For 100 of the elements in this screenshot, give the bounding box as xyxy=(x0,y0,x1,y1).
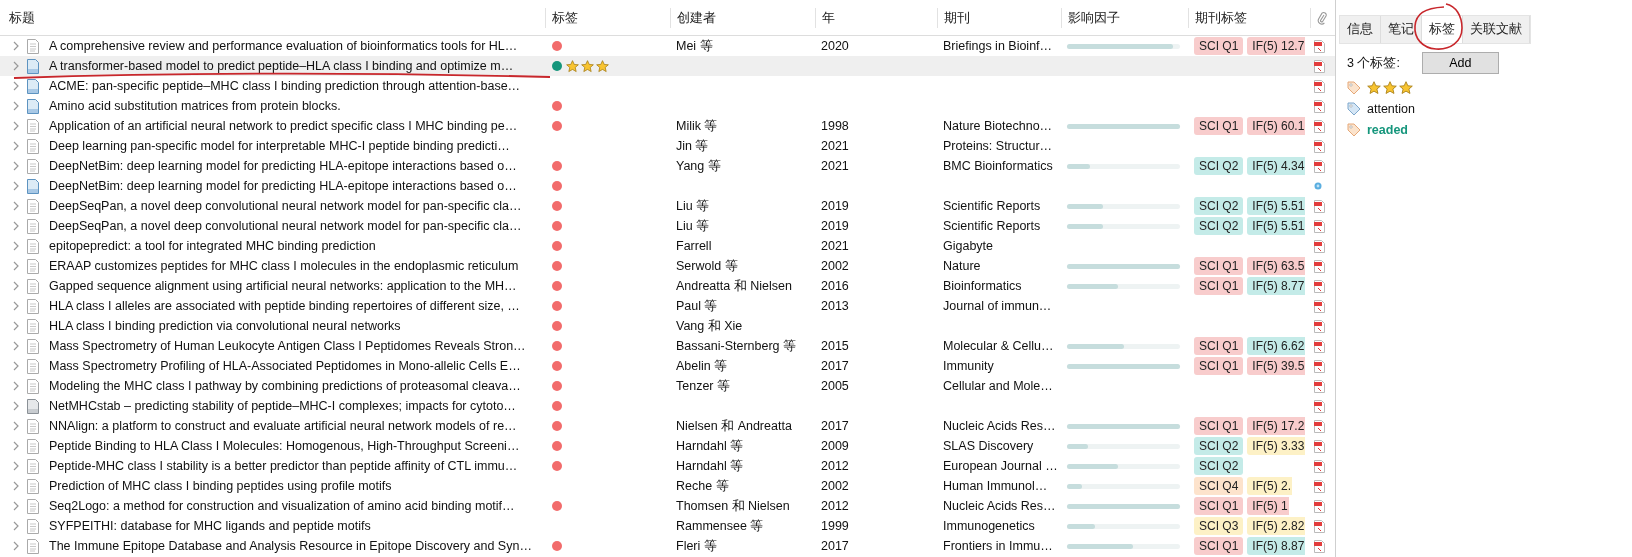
title-text: Seq2Logo: a method for construction and visualization of amino acid binding motif… xyxy=(49,499,515,513)
journal-text: Immunogenetics xyxy=(943,519,1035,533)
table-row[interactable]: Modeling the MHC class I pathway by combining predictions of proteasomal cleava… Tenzer 等 2005 Cellular and Mole… xyxy=(0,376,1335,396)
document-icon xyxy=(27,98,39,114)
pdf-icon[interactable] xyxy=(1314,339,1325,353)
table-row[interactable]: ACME: pan-specific peptide–MHC class I binding prediction through attention-base… xyxy=(0,76,1335,96)
table-row[interactable]: SYFPEITHI: database for MHC ligands and peptide motifs Rammensee 等 1999 Immunogenetics SCI Q3 IF(5) 2.82 xyxy=(0,516,1335,536)
pdf-icon[interactable] xyxy=(1314,139,1325,153)
year-text: 2017 xyxy=(821,359,849,373)
document-icon xyxy=(27,318,39,334)
table-row[interactable]: Amino acid substitution matrices from protein blocks. xyxy=(0,96,1335,116)
table-row[interactable]: Peptide Binding to HLA Class I Molecules: Homogenous, High-Throughput Screeni… Harndahl 等 2009 SLAS Discovery SCI Q2 IF(5) 3.33 xyxy=(0,436,1335,456)
pdf-icon[interactable] xyxy=(1314,419,1325,433)
star-icon xyxy=(566,59,579,73)
pdf-icon[interactable] xyxy=(1314,379,1325,393)
pdf-icon[interactable] xyxy=(1314,459,1325,473)
link-dot-icon[interactable] xyxy=(1314,182,1322,190)
pdf-icon[interactable] xyxy=(1314,439,1325,453)
year-text: 2021 xyxy=(821,239,849,253)
tag-count-label: 3 个标签: xyxy=(1347,54,1400,72)
pdf-icon[interactable] xyxy=(1314,479,1325,493)
table-row[interactable]: HLA class I binding prediction via convolutional neural networks Vang 和 Xie xyxy=(0,316,1335,336)
journal-text: SLAS Discovery xyxy=(943,439,1034,453)
pdf-icon[interactable] xyxy=(1314,59,1325,73)
pdf-icon[interactable] xyxy=(1314,359,1325,373)
pdf-icon[interactable] xyxy=(1314,219,1325,233)
journal-text: Journal of immun… xyxy=(943,299,1052,313)
title-text: NetMHCstab – predicting stability of peptide–MHC-I complexes; impacts for cytoto… xyxy=(49,399,516,413)
creator-text: Reche 等 xyxy=(676,477,729,495)
column-header[interactable]: 标题 xyxy=(9,9,35,27)
table-row[interactable]: epitopepredict: a tool for integrated MHC binding prediction Farrell 2021 Gigabyte xyxy=(0,236,1335,256)
year-text: 2005 xyxy=(821,379,849,393)
pdf-icon[interactable] xyxy=(1314,319,1325,333)
column-header[interactable]: 标签 xyxy=(552,9,578,27)
table-row[interactable]: Seq2Logo: a method for construction and visualization of amino acid binding motif… Thomsen 和 Nielsen 2012 Nucleic Acids Res… SCI Q1 IF(5) 1 xyxy=(0,496,1335,516)
column-header[interactable]: 创建者 xyxy=(677,9,716,27)
table-row[interactable]: Deep learning pan-specific model for interpretable MHC-I peptide binding predicti… Jin 等 2021 Proteins: Structur… xyxy=(0,136,1335,156)
document-icon xyxy=(27,378,39,394)
pdf-icon[interactable] xyxy=(1314,159,1325,173)
year-text: 2012 xyxy=(821,459,849,473)
table-row[interactable]: A comprehensive review and performance evaluation of bioinformatics tools for HL… Mei 等 2020 Briefings in Bioinf… SCI Q1 IF(5) 12.7 xyxy=(0,36,1335,56)
document-icon xyxy=(27,418,39,434)
table-row[interactable]: DeepNetBim: deep learning model for predicting HLA-epitope interactions based o… Yang 等 2021 BMC Bioinformatics SCI Q2 IF(5) 4.34 xyxy=(0,156,1335,176)
document-icon xyxy=(27,478,39,494)
title-text: DeepSeqPan, a novel deep convolutional neural network model for pan-specific cla… xyxy=(49,199,522,213)
creator-text: Yang 等 xyxy=(676,157,721,175)
table-row[interactable]: HLA class I alleles are associated with peptide binding repertoires of different size, … Paul 等 2013 Journal of immun… xyxy=(0,296,1335,316)
add-button[interactable]: Add xyxy=(1421,52,1499,74)
document-icon xyxy=(27,158,39,174)
pdf-icon[interactable] xyxy=(1314,99,1325,113)
pdf-icon[interactable] xyxy=(1314,39,1325,53)
table-row[interactable]: The Immune Epitope Database and Analysis Resource in Epitope Discovery and Syn… Fleri 等 2017 Frontiers in Immu… SCI Q1 IF(5) 8.87 xyxy=(0,536,1335,556)
table-row[interactable]: DeepNetBim: deep learning model for predicting HLA-epitope interactions based o… xyxy=(0,176,1335,196)
journal-badge: IF(5) 5.51 xyxy=(1247,217,1306,235)
pdf-icon[interactable] xyxy=(1314,539,1325,553)
creator-text: Rammensee 等 xyxy=(676,517,764,535)
pane-tab[interactable]: 标签 xyxy=(1422,16,1463,43)
title-text: Application of an artificial neural network to predict specific class I MHC binding pe… xyxy=(49,119,518,133)
pdf-icon[interactable] xyxy=(1314,79,1325,93)
table-row[interactable]: NNAlign: a platform to construct and evaluate artificial neural network models of re… Nielsen 和 Andreatta 2017 Nucleic Acids Res… SCI Q1 IF(5) 17.2 xyxy=(0,416,1335,436)
tag-label[interactable]: attention xyxy=(1367,102,1415,116)
column-header[interactable]: 期刊标签 xyxy=(1195,9,1247,27)
document-icon xyxy=(27,58,39,74)
journal-badge: SCI Q1 xyxy=(1194,357,1244,375)
tag-label[interactable]: readed xyxy=(1367,123,1408,137)
journal-text: BMC Bioinformatics xyxy=(943,159,1053,173)
journal-badge: IF(5) 12.7 xyxy=(1247,37,1306,55)
year-text: 2015 xyxy=(821,339,849,353)
table-row[interactable]: Peptide-MHC class I stability is a better predictor than peptide affinity of CTL immu… Harndahl 等 2012 European Journal … SCI Q2 xyxy=(0,456,1335,476)
table-row[interactable]: NetMHCstab – predicting stability of peptide–MHC-I complexes; impacts for cytoto… xyxy=(0,396,1335,416)
table-row[interactable]: Mass Spectrometry Profiling of HLA-Associated Peptidomes in Mono-allelic Cells E… Abelin 等 2017 Immunity SCI Q1 IF(5) 39.5 xyxy=(0,356,1335,376)
table-row[interactable]: DeepSeqPan, a novel deep convolutional neural network model for pan-specific cla… Liu 等 2019 Scientific Reports SCI Q2 IF(5) 5.51 xyxy=(0,216,1335,236)
year-text: 2013 xyxy=(821,299,849,313)
pdf-icon[interactable] xyxy=(1314,299,1325,313)
journal-badge: IF(5) 4.34 xyxy=(1247,157,1306,175)
column-header[interactable]: 年 xyxy=(822,9,835,27)
pdf-icon[interactable] xyxy=(1314,279,1325,293)
pdf-icon[interactable] xyxy=(1314,399,1325,413)
table-row[interactable]: A transformer-based model to predict peptide–HLA class I binding and optimize m… xyxy=(0,56,1335,76)
pdf-icon[interactable] xyxy=(1314,199,1325,213)
document-icon xyxy=(27,498,39,514)
year-text: 2017 xyxy=(821,539,849,553)
journal-badge: SCI Q4 xyxy=(1194,477,1244,495)
pdf-icon[interactable] xyxy=(1314,499,1325,513)
journal-text: Briefings in Bioinf… xyxy=(943,39,1053,53)
pdf-icon[interactable] xyxy=(1314,519,1325,533)
pdf-icon[interactable] xyxy=(1314,259,1325,273)
journal-badge: SCI Q2 xyxy=(1194,437,1244,455)
document-icon xyxy=(27,538,39,554)
pdf-icon[interactable] xyxy=(1314,119,1325,133)
table-row[interactable]: Prediction of MHC class I binding peptides using profile motifs Reche 等 2002 Human Immunol… SCI Q4 IF(5) 2. xyxy=(0,476,1335,496)
table-row[interactable]: Application of an artificial neural network to predict specific class I MHC binding pe… Milik 等 1998 Nature Biotechno… SCI Q1 IF(5) 60.1 xyxy=(0,116,1335,136)
table-row[interactable]: ERAAP customizes peptides for MHC class I molecules in the endoplasmic reticulum Serwold 等 2002 Nature SCI Q1 IF(5) 63.5 xyxy=(0,256,1335,276)
table-row[interactable]: DeepSeqPan, a novel deep convolutional neural network model for pan-specific cla… Liu 等 2019 Scientific Reports SCI Q2 IF(5) 5.51 xyxy=(0,196,1335,216)
pdf-icon[interactable] xyxy=(1314,239,1325,253)
column-header[interactable]: 期刊 xyxy=(944,9,970,27)
table-row[interactable]: Mass Spectrometry of Human Leukocyte Antigen Class I Peptidomes Reveals Stron… Bassani-Sternberg 等 2015 Molecular & Cellu… SCI Q1 IF(5) 6.62 xyxy=(0,336,1335,356)
document-icon xyxy=(27,198,39,214)
column-header[interactable]: 影响因子 xyxy=(1068,9,1120,27)
table-row[interactable]: Gapped sequence alignment using artificial neural networks: application to the MH… Andreatta 和 Nielsen 2016 Bioinformatics SCI Q1 IF(5) 8.77 xyxy=(0,276,1335,296)
